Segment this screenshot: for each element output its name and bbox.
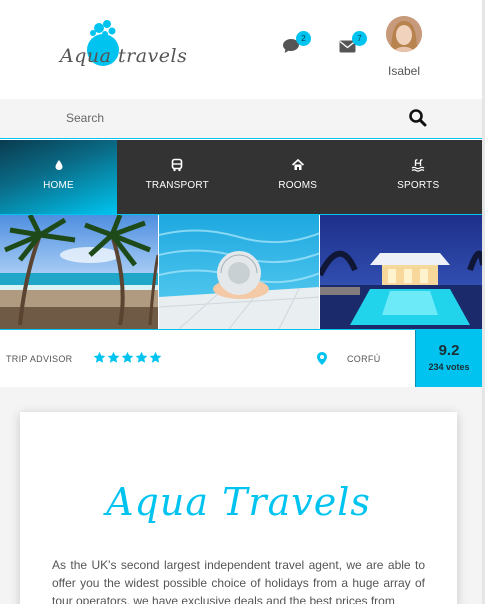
main-nav: HOME TRANSPORT ROOMS SPORTS xyxy=(0,140,482,214)
star-icon xyxy=(149,351,162,363)
app-header: Aqua travels 2 7 Isabel xyxy=(0,0,482,99)
star-icon xyxy=(121,351,134,363)
nav-label-transport: TRANSPORT xyxy=(145,180,209,191)
search-icon[interactable] xyxy=(408,108,428,128)
photo-gallery xyxy=(0,214,482,329)
water-drop-icon xyxy=(55,160,62,170)
intro-card: Aqua Travels As the UK's second largest … xyxy=(20,412,457,604)
nav-label-sports: SPORTS xyxy=(397,180,440,191)
mail-button[interactable]: 7 xyxy=(339,31,367,60)
messages-button[interactable]: 2 xyxy=(282,31,311,60)
info-strip: TRIP ADVISOR CORFÚ 9.2 234 votes xyxy=(0,329,482,388)
avatar-portrait xyxy=(386,16,422,52)
pool-icon xyxy=(411,159,425,172)
search-input[interactable] xyxy=(60,107,380,129)
score-box: 9.2 234 votes xyxy=(415,330,482,388)
brand-logo-text[interactable]: Aqua travels xyxy=(60,45,187,67)
card-title: Aqua Travels xyxy=(106,480,371,524)
nav-label-rooms: ROOMS xyxy=(278,180,318,191)
nav-item-rooms[interactable]: ROOMS xyxy=(238,140,359,214)
location-label: CORFÚ xyxy=(347,354,381,364)
bus-icon xyxy=(171,158,183,172)
star-rating xyxy=(93,351,162,364)
votes-count: 234 votes xyxy=(428,362,470,372)
user-avatar[interactable] xyxy=(386,16,422,52)
photo-pool-hat[interactable] xyxy=(158,215,319,329)
messages-count-badge: 2 xyxy=(296,31,311,46)
nav-item-transport[interactable]: TRANSPORT xyxy=(117,140,238,214)
nav-item-sports[interactable]: SPORTS xyxy=(358,140,479,214)
home-icon xyxy=(291,158,304,170)
rating-source-label: TRIP ADVISOR xyxy=(6,354,73,364)
nav-item-home[interactable]: HOME xyxy=(0,140,117,214)
score-value: 9.2 xyxy=(438,342,460,359)
star-icon xyxy=(135,351,148,363)
mail-count-badge: 7 xyxy=(352,31,367,46)
photo-beach-palms[interactable] xyxy=(0,215,158,329)
user-name[interactable]: Isabel xyxy=(370,64,438,78)
location-pin-icon xyxy=(317,352,327,365)
star-icon xyxy=(107,351,120,363)
star-icon xyxy=(93,351,106,363)
nav-label-home: HOME xyxy=(43,180,74,191)
card-body: As the UK's second largest independent t… xyxy=(52,558,425,604)
photo-resort-pool-night[interactable] xyxy=(319,215,482,329)
